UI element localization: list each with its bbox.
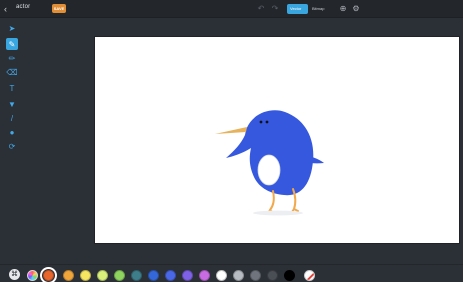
bitmap-mode-button[interactable]: Bitmap (309, 4, 331, 14)
back-icon[interactable]: ‹ (4, 3, 14, 15)
text-icon: T (9, 83, 15, 93)
creature-beak (215, 127, 247, 134)
swatch-purple[interactable] (182, 270, 193, 281)
swatch-dark-gray[interactable] (267, 270, 278, 281)
swatch-selected[interactable] (40, 267, 57, 282)
select-icon: ➤ (8, 23, 16, 33)
eraser-icon: ⌫ (6, 67, 18, 77)
shape-icon: ● (9, 127, 15, 137)
shape-tool[interactable]: ● (6, 126, 18, 138)
zoom-icon[interactable]: ⊕ (338, 3, 348, 15)
line-icon: / (10, 113, 14, 123)
swatch-yellow[interactable] (80, 270, 91, 281)
undo-icon[interactable]: ↶ (256, 4, 266, 14)
editor-window: ‹ actor SAVE ↶ ↷ Vector Bitmap ⊕ ⚙ ➤ ✎ ✏… (0, 0, 463, 282)
swatch-blue[interactable] (148, 270, 159, 281)
eraser-tool[interactable]: ⌫ (6, 66, 18, 78)
brush-tool[interactable]: ✎ (6, 38, 18, 50)
creature-shadow (253, 210, 303, 216)
text-tool[interactable]: T (6, 82, 18, 94)
swatch-teal[interactable] (131, 270, 142, 281)
drawing-canvas[interactable] (95, 37, 459, 243)
brush-icon: ✎ (8, 39, 16, 49)
swatch-gray[interactable] (250, 270, 261, 281)
save-button[interactable]: SAVE (52, 4, 66, 13)
color-wheel-icon[interactable] (27, 270, 38, 281)
settings-icon[interactable]: ⚙ (351, 3, 361, 15)
tool-rail: ➤ ✎ ✏ ⌫ T ▼ / ● ⟳ (0, 18, 23, 264)
creature-belly (257, 154, 281, 186)
color-palette: ⌘ (0, 264, 463, 282)
pencil-icon: ✏ (8, 53, 16, 63)
swatch-black[interactable] (284, 270, 295, 281)
fill-tool[interactable]: ▼ (6, 98, 18, 110)
line-tool[interactable]: / (6, 112, 18, 124)
swatch-royal-blue[interactable] (165, 270, 176, 281)
swatch-white[interactable] (216, 270, 227, 281)
redo-icon[interactable]: ↷ (270, 4, 280, 14)
eyedropper-icon[interactable]: ⌘ (9, 269, 20, 280)
fill-icon: ▼ (8, 99, 16, 109)
swatch-light-gray[interactable] (233, 270, 244, 281)
swatch-orange[interactable] (63, 270, 74, 281)
select-tool[interactable]: ➤ (6, 22, 18, 34)
creature-leg-left (267, 190, 275, 214)
vector-mode-button[interactable]: Vector (287, 4, 308, 14)
swatch-violet[interactable] (199, 270, 210, 281)
stamp-icon: ⟳ (8, 141, 16, 151)
pencil-tool[interactable]: ✏ (6, 52, 18, 64)
canvas-drawing (215, 110, 324, 216)
top-toolbar: ‹ actor SAVE ↶ ↷ Vector Bitmap ⊕ ⚙ (0, 0, 463, 18)
no-color-swatch[interactable] (304, 270, 315, 281)
creature-eye-left (259, 120, 263, 124)
creature-eye-right (265, 120, 269, 124)
stamp-tool[interactable]: ⟳ (6, 140, 18, 152)
swatch-lime[interactable] (97, 270, 108, 281)
swatch-green[interactable] (114, 270, 125, 281)
project-title: actor (16, 4, 31, 10)
